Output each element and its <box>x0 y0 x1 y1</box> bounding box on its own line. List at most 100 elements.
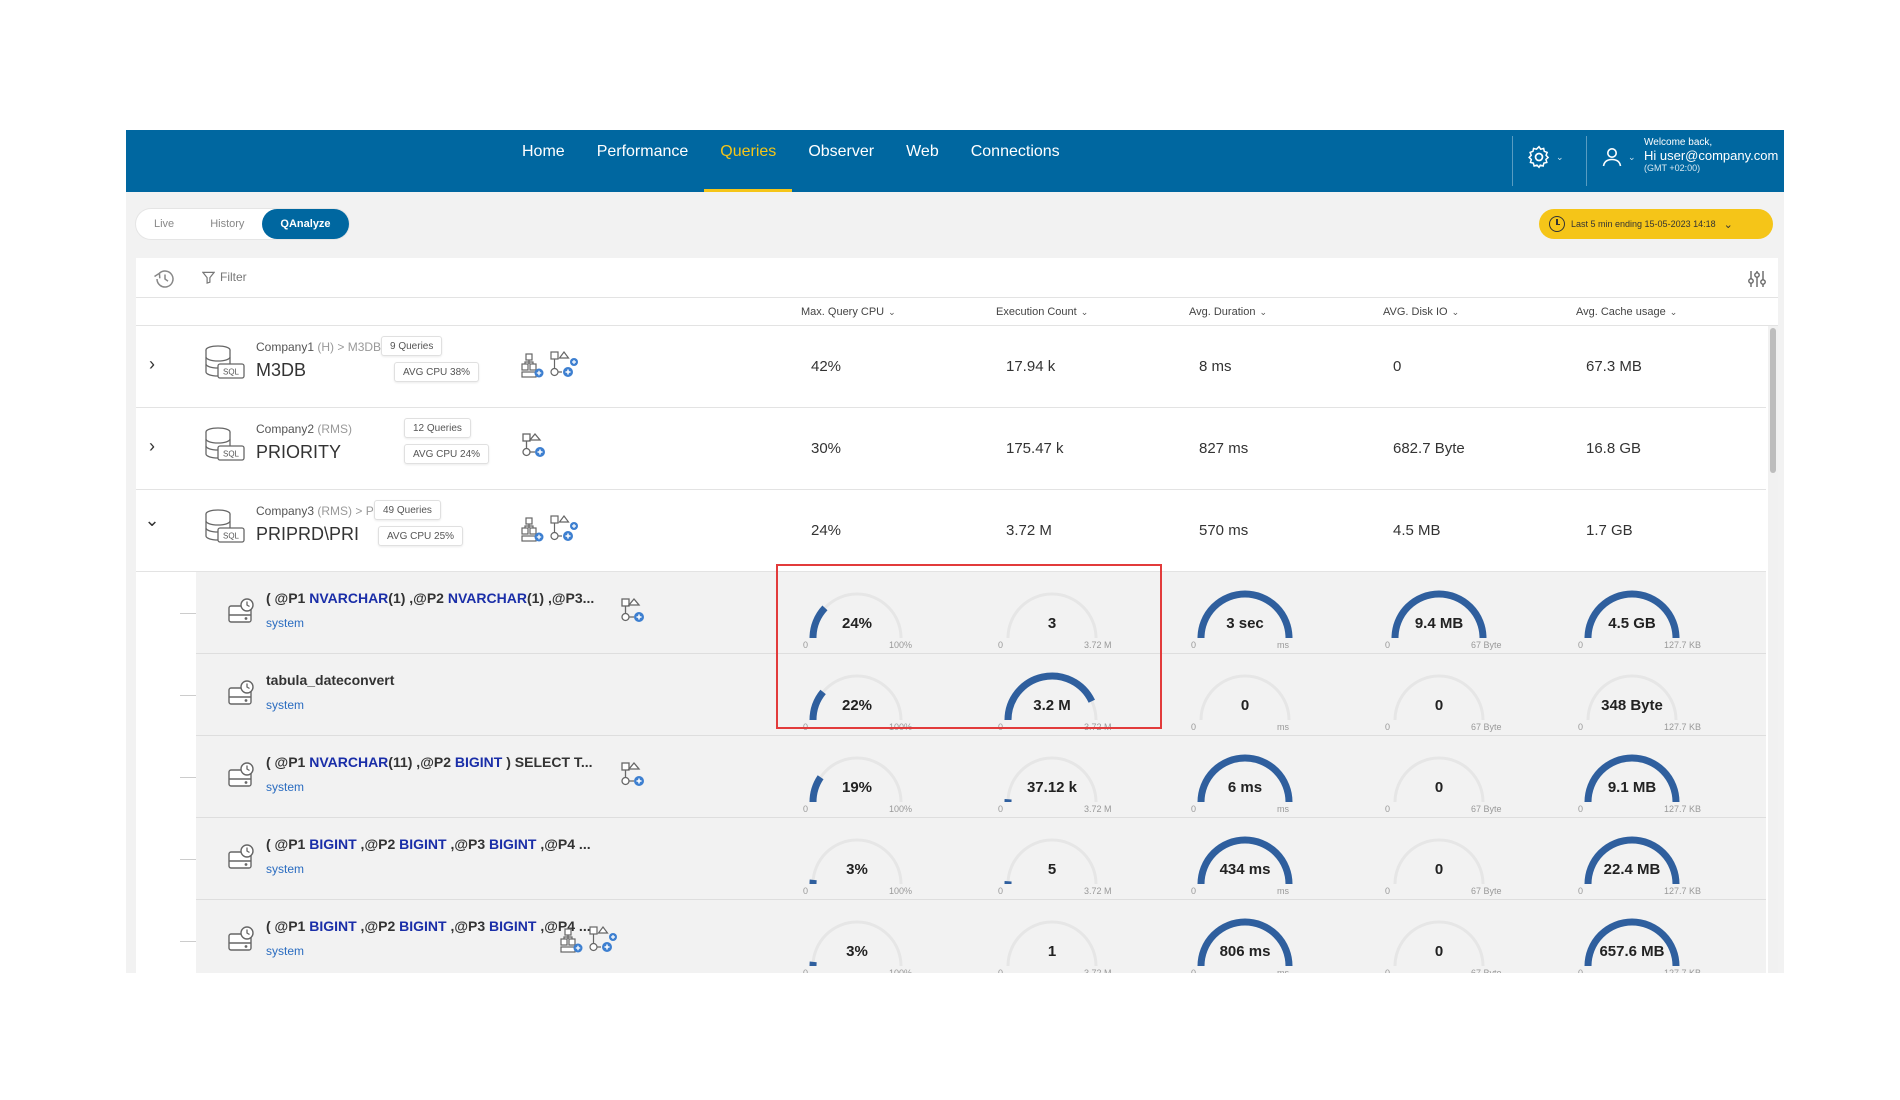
gauge-value: 22% <box>841 697 873 714</box>
metric-gauge: 19% 0 100% <box>803 744 933 816</box>
gauge-min-label: 0 <box>1578 804 1584 814</box>
column-header-sort[interactable]: Avg. Duration ⌄ <box>1189 306 1267 318</box>
gauge-arc <box>1584 836 1680 885</box>
database-name: PRIPRD\PRI <box>256 524 360 544</box>
time-range-picker[interactable]: Last 5 min ending 15-05-2023 14:18 ⌄ <box>1539 209 1773 239</box>
execution-plan-icon[interactable] <box>521 432 549 465</box>
column-header-sort[interactable]: Avg. Cache usage ⌄ <box>1576 306 1677 318</box>
settings-menu[interactable]: ⌄ <box>1526 144 1564 170</box>
nav-item-queries[interactable]: Queries <box>704 130 793 192</box>
query-row[interactable]: ( @P1 BIGINT ,@P2 BIGINT ,@P3 BIGINT ,@P… <box>180 818 1766 900</box>
gauge-value: 0 <box>1434 697 1444 714</box>
tree-connector <box>180 613 196 614</box>
sliders-icon[interactable] <box>1746 268 1768 295</box>
query-row[interactable]: ( @P1 NVARCHAR(11) ,@P2 BIGINT ) SELECT … <box>180 736 1766 818</box>
query-text[interactable]: ( @P1 BIGINT ,@P2 BIGINT ,@P3 BIGINT ,@P… <box>266 836 591 852</box>
queries-table: › SQL Company1 (H) > M3DB M3DB 9 Queries AVG … <box>136 326 1766 973</box>
query-text[interactable]: ( @P1 NVARCHAR(1) ,@P2 NVARCHAR(1) ,@P3.… <box>266 590 594 606</box>
query-text[interactable]: ( @P1 BIGINT ,@P2 BIGINT ,@P3 BIGINT ,@P… <box>266 918 591 934</box>
filter-label: Filter <box>220 270 247 284</box>
vertical-scrollbar[interactable] <box>1768 326 1778 973</box>
metric-gauge: 0 0 67 Byte <box>1385 744 1515 816</box>
gauge-min-label: 0 <box>1191 886 1197 896</box>
gauge-arc <box>1004 756 1098 803</box>
metric-value: 67.3 MB <box>1586 358 1642 375</box>
gauge-max-label: 67 Byte <box>1471 722 1502 732</box>
query-keyword: BIGINT <box>489 918 537 934</box>
database-row[interactable]: › SQL Company1 (H) > M3DB M3DB 9 Queries AVG … <box>136 326 1766 408</box>
gauge-arc <box>1393 920 1485 967</box>
gauge-max-label: 100% <box>889 722 913 732</box>
metric-gauge: 3 sec 0 ms <box>1191 580 1321 652</box>
column-header-sort[interactable]: AVG. Disk IO ⌄ <box>1383 306 1459 318</box>
query-server-icon <box>226 678 258 715</box>
nav-item-observer[interactable]: Observer <box>792 130 890 192</box>
column-header-sort[interactable]: Max. Query CPU ⌄ <box>801 306 896 318</box>
metric-gauge: 0 0 ms <box>1191 662 1321 734</box>
gauge-value: 1 <box>1047 943 1057 960</box>
query-text[interactable]: tabula_dateconvert <box>266 672 394 688</box>
database-row[interactable]: ⌄ SQL Company3 (RMS) > PRIPRD PRIPRD\PRI 49 … <box>136 490 1766 572</box>
gauge-min-label: 0 <box>803 968 809 973</box>
app-window: Home Performance Queries Observer Web Connect… <box>126 130 1784 973</box>
execution-plan-icon[interactable] <box>521 514 579 549</box>
query-fragment: ,@P3 <box>446 836 490 852</box>
filter-icon <box>202 271 215 284</box>
history-icon[interactable] <box>152 268 178 295</box>
svg-text:SQL: SQL <box>223 532 240 541</box>
query-server-icon <box>226 924 258 961</box>
gauge-min-label: 0 <box>998 886 1004 896</box>
filter-button[interactable]: Filter <box>202 270 247 284</box>
query-fragment: ,@P2 <box>356 918 400 934</box>
metric-gauge: 1 0 3.72 M <box>998 908 1128 973</box>
gauge-arc <box>1393 756 1485 803</box>
query-text[interactable]: ( @P1 NVARCHAR(11) ,@P2 BIGINT ) SELECT … <box>266 754 593 770</box>
tab-live[interactable]: Live <box>136 209 192 239</box>
nav-item-home[interactable]: Home <box>506 130 581 192</box>
user-menu[interactable]: ⌄ <box>1600 144 1636 170</box>
execution-plan-icon[interactable] <box>560 925 618 960</box>
metric-value: 8 ms <box>1199 358 1232 375</box>
nav-item-web[interactable]: Web <box>890 130 955 192</box>
metric-value: 827 ms <box>1199 440 1249 457</box>
query-fragment: (1) ,@P3... <box>526 590 595 606</box>
chevron-down-icon[interactable]: ⌄ <box>144 510 160 530</box>
gauge-max-label: 127.7 KB <box>1664 640 1702 650</box>
gauge-max-label: 100% <box>889 886 913 896</box>
metric-gauge: 3.2 M 0 3.72 M <box>998 662 1128 734</box>
gauge-min-label: 0 <box>1578 722 1584 732</box>
chevron-right-icon[interactable]: › <box>144 436 160 456</box>
gauge-value: 657.6 MB <box>1599 943 1665 960</box>
tab-qanalyze[interactable]: QAnalyze <box>262 209 349 239</box>
query-user: system <box>266 616 305 630</box>
gauge-max-label: 127.7 KB <box>1664 886 1702 896</box>
user-email: Hi user@company.com <box>1644 147 1779 163</box>
gauge-max-label: 67 Byte <box>1471 804 1502 814</box>
column-header-label: Max. Query CPU <box>801 306 885 318</box>
timezone-label: (GMT +02:00) <box>1644 163 1701 174</box>
query-row[interactable]: tabula_dateconvert system 22% 0 100% 3.2 M 0 3.… <box>180 654 1766 736</box>
tab-history[interactable]: History <box>192 209 262 239</box>
column-header-sort[interactable]: Execution Count ⌄ <box>996 306 1088 318</box>
database-row[interactable]: › SQL Company2 (RMS) PRIORITY 12 Queries AVG … <box>136 408 1766 490</box>
top-navbar: Home Performance Queries Observer Web Connect… <box>126 130 1784 192</box>
execution-plan-icon[interactable] <box>521 350 579 385</box>
execution-plan-icon[interactable] <box>620 761 648 794</box>
nav-item-performance[interactable]: Performance <box>581 130 705 192</box>
query-user: system <box>266 944 305 958</box>
query-server-icon <box>226 760 258 797</box>
query-keyword: BIGINT <box>309 918 357 934</box>
scrollbar-thumb[interactable] <box>1770 328 1776 473</box>
execution-plan-icon[interactable] <box>620 597 648 630</box>
gauge-arc <box>1197 590 1293 639</box>
query-row[interactable]: ( @P1 BIGINT ,@P2 BIGINT ,@P3 BIGINT ,@P… <box>180 900 1766 973</box>
gauge-value: 348 Byte <box>1601 697 1663 714</box>
clock-icon <box>1549 216 1565 232</box>
queries-count-badge: 49 Queries <box>374 500 441 520</box>
nav-item-connections[interactable]: Connections <box>955 130 1076 192</box>
chevron-right-icon[interactable]: › <box>144 354 160 374</box>
gauge-value: 9.1 MB <box>1607 779 1657 796</box>
chevron-down-icon: ⌄ <box>1628 151 1636 162</box>
gauge-value: 22.4 MB <box>1603 861 1661 878</box>
query-row[interactable]: ( @P1 NVARCHAR(1) ,@P2 NVARCHAR(1) ,@P3.… <box>180 572 1766 654</box>
